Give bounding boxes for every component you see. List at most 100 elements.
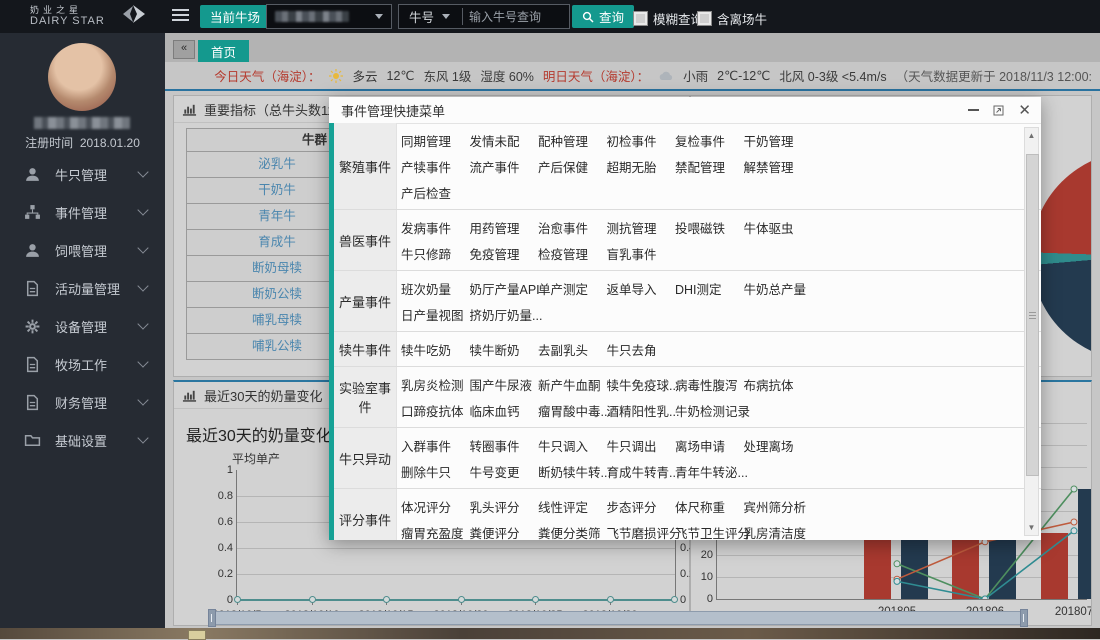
scroll-thumb[interactable]: [1026, 154, 1039, 476]
event-menu-item[interactable]: 乳房炎检测: [401, 375, 470, 394]
event-menu-item[interactable]: 产后检查: [401, 183, 470, 202]
sidebar-item-牛只管理[interactable]: 牛只管理: [0, 155, 165, 193]
event-menu-item[interactable]: 禁配管理: [675, 157, 744, 176]
event-menu-item[interactable]: 离场申请: [675, 436, 744, 455]
event-menu-item[interactable]: 宾州筛分析: [744, 497, 813, 516]
event-menu-item[interactable]: 单产测定: [538, 279, 607, 298]
event-menu-item[interactable]: 青年牛转泌...: [675, 462, 744, 481]
data-zoom-slider[interactable]: [208, 611, 1028, 625]
event-menu-item[interactable]: 牛只调出: [607, 436, 676, 455]
event-menu-item[interactable]: 瘤胃充盈度: [401, 523, 470, 541]
minimize-button[interactable]: [968, 109, 979, 111]
event-menu-item[interactable]: 去副乳头: [538, 340, 607, 359]
event-menu-item[interactable]: 飞节卫生评分: [675, 523, 744, 541]
search-button[interactable]: 查询: [572, 5, 634, 28]
event-menu-item[interactable]: 超期无胎: [607, 157, 676, 176]
event-menu-item[interactable]: 口蹄疫抗体: [401, 401, 470, 420]
event-menu-item[interactable]: 牛奶检测记录: [675, 401, 744, 420]
event-menu-item[interactable]: 步态评分: [607, 497, 676, 516]
event-menu-item[interactable]: 初检事件: [607, 131, 676, 150]
event-menu-item[interactable]: 转圈事件: [470, 436, 539, 455]
fuzzy-query-checkbox[interactable]: 模糊查询: [633, 9, 703, 28]
sidebar-item-基础设置[interactable]: 基础设置: [0, 421, 165, 459]
event-menu-item[interactable]: 入群事件: [401, 436, 470, 455]
event-menu-item[interactable]: 粪便评分: [470, 523, 539, 541]
event-menu-item[interactable]: 发病事件: [401, 218, 470, 237]
event-menu-item[interactable]: 断奶犊牛转...: [538, 462, 607, 481]
dialog-scrollbar[interactable]: ▲ ▼: [1024, 127, 1039, 536]
event-menu-item[interactable]: 围产牛尿液: [470, 375, 539, 394]
sidebar-item-设备管理[interactable]: 设备管理: [0, 307, 165, 345]
event-menu-item[interactable]: 复检事件: [675, 131, 744, 150]
sidebar-item-财务管理[interactable]: 财务管理: [0, 383, 165, 421]
cow-no-label[interactable]: 牛号: [409, 7, 434, 26]
event-menu-item[interactable]: 配种管理: [538, 131, 607, 150]
event-menu-item[interactable]: 牛只去角: [607, 340, 676, 359]
event-menu-item[interactable]: 干奶管理: [744, 131, 813, 150]
current-farm-button[interactable]: 当前牛场: [200, 5, 270, 28]
sidebar-item-事件管理[interactable]: 事件管理: [0, 193, 165, 231]
sidebar-item-饲喂管理[interactable]: 饲喂管理: [0, 231, 165, 269]
close-icon[interactable]: ✕: [1018, 103, 1031, 118]
event-menu-item[interactable]: 牛奶总产量: [744, 279, 813, 298]
event-menu-item[interactable]: 牛号变更: [470, 462, 539, 481]
event-menu-item[interactable]: 育成牛转青...: [607, 462, 676, 481]
event-menu-item[interactable]: 酒精阳性乳...: [607, 401, 676, 420]
scroll-up-icon[interactable]: ▲: [1025, 129, 1038, 142]
event-menu-item[interactable]: 新产牛血酮: [538, 375, 607, 394]
event-menu-item[interactable]: 删除牛只: [401, 462, 470, 481]
include-departed-checkbox[interactable]: 含离场牛: [697, 9, 767, 28]
chevron-down-icon[interactable]: [442, 14, 450, 19]
event-menu-item[interactable]: 奶厅产量API: [470, 279, 539, 298]
event-menu-item[interactable]: 牛体驱虫: [744, 218, 813, 237]
event-menu-item[interactable]: 乳房清洁度: [744, 523, 813, 541]
event-menu-item[interactable]: 瘤胃酸中毒...: [538, 401, 607, 420]
event-menu-item[interactable]: 牛只调入: [538, 436, 607, 455]
event-menu-item[interactable]: 飞节磨损评分: [607, 523, 676, 541]
event-menu-item[interactable]: 病毒性腹泻: [675, 375, 744, 394]
event-menu-item[interactable]: DHI测定: [675, 279, 744, 298]
slider-handle-left[interactable]: [208, 609, 216, 627]
event-menu-item[interactable]: 日产量视图: [401, 305, 470, 324]
event-menu-item[interactable]: 同期管理: [401, 131, 470, 150]
event-menu-item[interactable]: 线性评定: [538, 497, 607, 516]
event-menu-item[interactable]: 班次奶量: [401, 279, 470, 298]
tab-home[interactable]: 首页: [198, 40, 249, 62]
event-menu-item[interactable]: 处理离场: [744, 436, 813, 455]
event-menu-item[interactable]: 挤奶厅奶量...: [470, 305, 539, 324]
event-menu-item[interactable]: 检疫管理: [538, 244, 607, 263]
event-menu-item[interactable]: 体况评分: [401, 497, 470, 516]
scroll-down-icon[interactable]: ▼: [1025, 521, 1038, 534]
event-menu-item[interactable]: 犊牛吃奶: [401, 340, 470, 359]
sidebar-item-活动量管理[interactable]: 活动量管理: [0, 269, 165, 307]
event-menu-item[interactable]: 产犊事件: [401, 157, 470, 176]
event-menu-item[interactable]: 用药管理: [470, 218, 539, 237]
checkbox-icon[interactable]: [633, 11, 648, 26]
farm-select[interactable]: [266, 4, 392, 29]
slider-handle-right[interactable]: [1020, 609, 1028, 627]
sidebar-item-牧场工作[interactable]: 牧场工作: [0, 345, 165, 383]
event-menu-item[interactable]: 乳头评分: [470, 497, 539, 516]
event-menu-item[interactable]: 治愈事件: [538, 218, 607, 237]
event-menu-item[interactable]: 测抗管理: [607, 218, 676, 237]
event-menu-item[interactable]: 免疫管理: [470, 244, 539, 263]
event-menu-item[interactable]: 临床血钙: [470, 401, 539, 420]
event-menu-item[interactable]: 发情未配: [470, 131, 539, 150]
event-menu-item[interactable]: 盲乳事件: [607, 244, 676, 263]
collapse-tabs-button[interactable]: «: [173, 40, 195, 59]
checkbox-icon[interactable]: [697, 11, 712, 26]
event-menu-item[interactable]: 返单导入: [607, 279, 676, 298]
event-menu-item[interactable]: 犊牛免疫球...: [607, 375, 676, 394]
event-menu-item[interactable]: 投喂磁铁: [675, 218, 744, 237]
event-menu-item[interactable]: 体尺称重: [675, 497, 744, 516]
hamburger-icon[interactable]: [172, 9, 189, 23]
event-menu-item[interactable]: 产后保健: [538, 157, 607, 176]
avatar[interactable]: [48, 43, 116, 111]
cow-search-input[interactable]: [467, 9, 559, 25]
event-menu-item[interactable]: 牛只修蹄: [401, 244, 470, 263]
event-menu-item[interactable]: 流产事件: [470, 157, 539, 176]
event-menu-item[interactable]: 粪便分类筛: [538, 523, 607, 541]
event-menu-item[interactable]: 布病抗体: [744, 375, 813, 394]
event-menu-item[interactable]: 解禁管理: [744, 157, 813, 176]
event-menu-item[interactable]: 犊牛断奶: [470, 340, 539, 359]
